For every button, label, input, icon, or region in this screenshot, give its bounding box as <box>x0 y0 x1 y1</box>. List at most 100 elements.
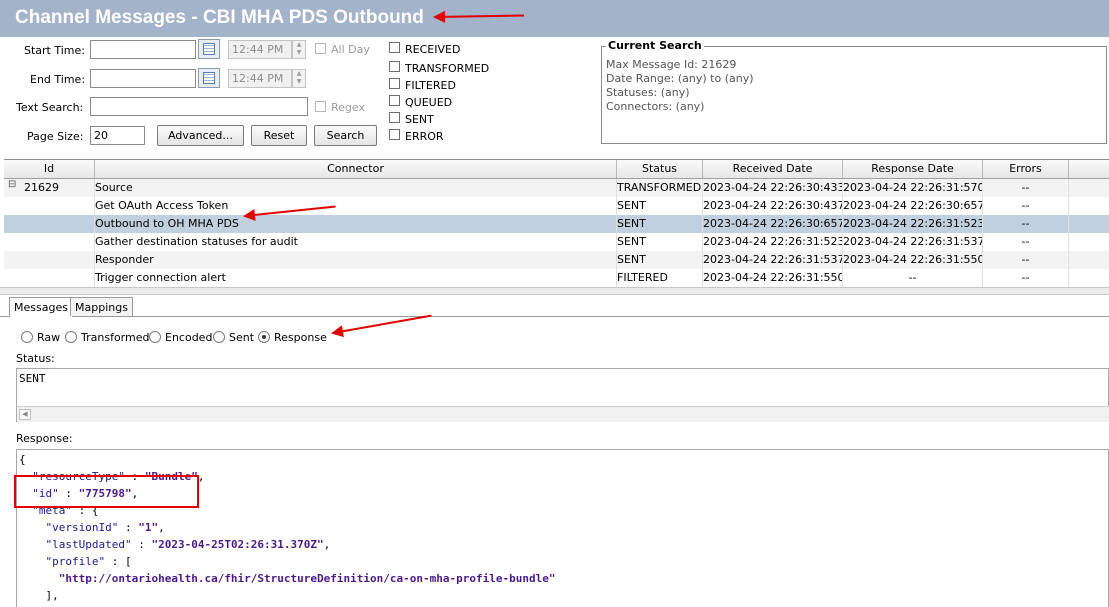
response-code-line: "http://ontariohealth.ca/fhir/StructureD… <box>58 572 556 585</box>
status-transformed-label: TRANSFORMED <box>405 62 490 75</box>
cell-received: 2023-04-24 22:26:31:523 <box>703 233 843 251</box>
table-row[interactable]: Trigger connection alert FILTERED 2023-04-… <box>4 269 1109 287</box>
response-radio[interactable] <box>258 331 270 343</box>
column-header-id[interactable]: Id <box>4 160 95 178</box>
encoded-radio-label: Encoded <box>165 331 213 344</box>
cell-connector: Source <box>95 179 617 197</box>
cell-status: TRANSFORMED <box>617 179 703 197</box>
tab-messages[interactable]: Messages <box>9 297 73 317</box>
advanced-button[interactable]: Advanced... <box>157 125 244 146</box>
cell-status: SENT <box>617 233 703 251</box>
cell-response: 2023-04-24 22:26:30:657 <box>843 197 983 215</box>
cell-errors: -- <box>983 269 1069 287</box>
end-clock-spinner[interactable]: ▲ ▼ <box>292 69 306 88</box>
page-size-input[interactable]: 20 <box>90 126 145 145</box>
status-queued-checkbox[interactable] <box>389 95 400 106</box>
cell-status: SENT <box>617 197 703 215</box>
status-filtered-checkbox[interactable] <box>389 78 400 89</box>
status-sent-checkbox[interactable] <box>389 112 400 123</box>
cell-errors: -- <box>983 233 1069 251</box>
text-search-input[interactable] <box>90 97 308 116</box>
cell-connector: Trigger connection alert <box>95 269 617 287</box>
status-error-label: ERROR <box>405 130 444 143</box>
table-row[interactable]: Get OAuth Access Token SENT 2023-04-24 22:… <box>4 197 1109 215</box>
table-row[interactable]: 21629 ⊟ Source TRANSFORMED 2023-04-24 22:26:… <box>4 179 1109 197</box>
annotation-arrow-response <box>332 314 432 334</box>
cell-status: SENT <box>617 215 703 233</box>
start-clock-spinner[interactable]: ▲ ▼ <box>292 40 306 59</box>
start-time-label: Start Time: <box>24 44 85 57</box>
cell-connector: Gather destination statuses for audit <box>95 233 617 251</box>
status-received-checkbox[interactable] <box>389 42 400 53</box>
response-code-line: "versionId" : "1", <box>45 521 165 534</box>
cell-errors: -- <box>983 197 1069 215</box>
end-time-input[interactable] <box>90 69 196 88</box>
response-radio-label: Response <box>274 331 327 344</box>
page-title: Channel Messages - CBI MHA PDS Outbound <box>15 7 424 28</box>
cell-received: 2023-04-24 22:26:30:437 <box>703 197 843 215</box>
end-clock-input[interactable]: 12:44 PM <box>228 69 292 88</box>
column-header-response-date[interactable]: Response Date <box>843 160 983 178</box>
cell-errors: -- <box>983 179 1069 197</box>
start-time-input[interactable] <box>90 40 196 59</box>
transformed-radio[interactable] <box>65 331 77 343</box>
cell-received: 2023-04-24 22:26:31:537 <box>703 251 843 269</box>
sent-radio[interactable] <box>213 331 225 343</box>
status-received-label: RECEIVED <box>405 43 461 56</box>
text-search-label: Text Search: <box>16 101 84 114</box>
cell-status: FILTERED <box>617 269 703 287</box>
page-size-label: Page Size: <box>27 130 84 143</box>
current-search-connectors: Connectors: (any) <box>606 100 705 113</box>
status-transformed-checkbox[interactable] <box>389 61 400 72</box>
table-row[interactable]: Outbound to OH MHA PDS SENT 2023-04-24 22:… <box>4 215 1109 233</box>
start-clock-input[interactable]: 12:44 PM <box>228 40 292 59</box>
reset-button[interactable]: Reset <box>251 125 307 146</box>
tab-mappings[interactable]: Mappings <box>70 297 133 316</box>
cell-received: 2023-04-24 22:26:30:433 <box>703 179 843 197</box>
cell-connector: Get OAuth Access Token <box>95 197 617 215</box>
window-title-bar: Channel Messages - CBI MHA PDS Outbound <box>0 0 1109 37</box>
column-header-connector[interactable]: Connector <box>95 160 617 178</box>
transformed-radio-label: Transformed <box>81 331 150 344</box>
current-search-date-range: Date Range: (any) to (any) <box>606 72 754 85</box>
all-day-checkbox[interactable] <box>315 43 326 54</box>
response-code-line: "profile" : [ <box>45 555 132 568</box>
table-row[interactable]: Responder SENT 2023-04-24 22:26:31:537 2023… <box>4 251 1109 269</box>
cell-id <box>4 251 95 269</box>
status-queued-label: QUEUED <box>405 96 453 109</box>
status-sent-label: SENT <box>405 113 434 126</box>
cell-received: 2023-04-24 22:26:30:657 <box>703 215 843 233</box>
search-button[interactable]: Search <box>314 125 377 146</box>
current-search-statuses: Statuses: (any) <box>606 86 690 99</box>
column-header-received-date[interactable]: Received Date <box>703 160 843 178</box>
response-code-line: "lastUpdated" : "2023-04-25T02:26:31.370… <box>45 538 331 551</box>
cell-id: 21629 <box>4 179 95 197</box>
start-calendar-button[interactable] <box>198 39 220 59</box>
response-code-line: ], <box>19 589 59 602</box>
status-error-checkbox[interactable] <box>389 129 400 140</box>
cell-id <box>4 215 95 233</box>
raw-radio[interactable] <box>21 331 33 343</box>
encoded-radio[interactable] <box>149 331 161 343</box>
cell-status: SENT <box>617 251 703 269</box>
status-horizontal-scrollbar[interactable]: ◀ <box>17 406 1109 422</box>
cell-received: 2023-04-24 22:26:31:550 <box>703 269 843 287</box>
collapse-icon[interactable]: ⊟ <box>8 179 16 190</box>
cell-response: 2023-04-24 22:26:31:570 <box>843 179 983 197</box>
pane-splitter[interactable] <box>0 287 1109 295</box>
messages-table: Id Connector Status Received Date Respon… <box>4 159 1109 288</box>
cell-id <box>4 269 95 287</box>
raw-radio-label: Raw <box>37 331 61 344</box>
response-label: Response: <box>16 432 73 445</box>
column-header-errors[interactable]: Errors <box>983 160 1069 178</box>
scroll-left-icon[interactable]: ◀ <box>19 409 31 420</box>
cell-response: 2023-04-24 22:26:31:550 <box>843 251 983 269</box>
end-calendar-button[interactable] <box>198 68 220 88</box>
table-row[interactable]: Gather destination statuses for audit SEN… <box>4 233 1109 251</box>
column-header-status[interactable]: Status <box>617 160 703 178</box>
cell-response: 2023-04-24 22:26:31:523 <box>843 215 983 233</box>
regex-label: Regex <box>331 101 365 114</box>
regex-checkbox[interactable] <box>315 101 326 112</box>
cell-id <box>4 233 95 251</box>
cell-errors: -- <box>983 251 1069 269</box>
